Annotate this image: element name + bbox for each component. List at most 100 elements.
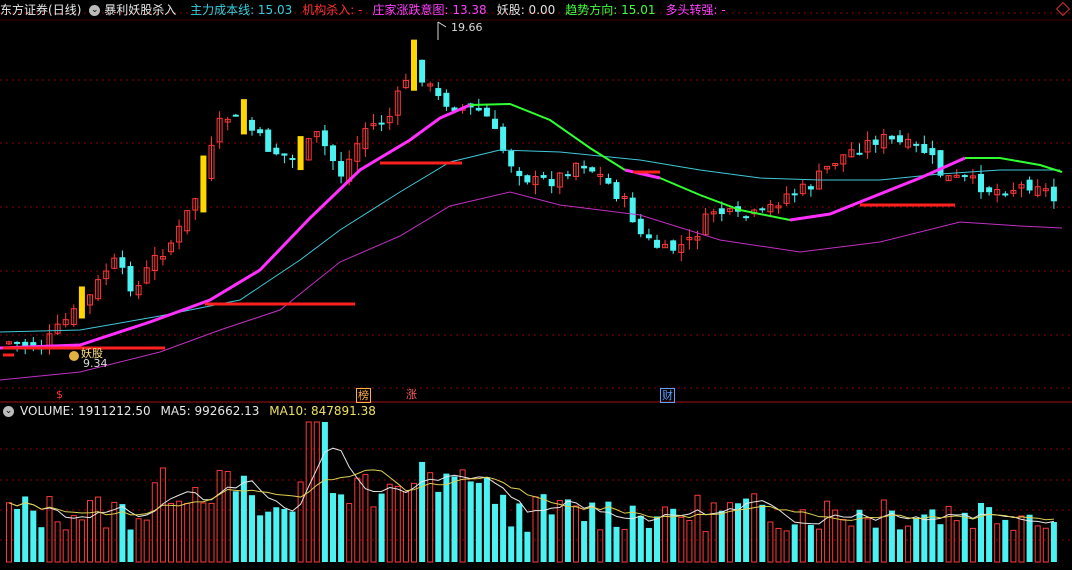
candle-down (1002, 193, 1009, 196)
candle-down (872, 139, 879, 145)
volume-bar-down (629, 505, 636, 562)
volume-bar-down (14, 508, 21, 562)
chevron-down-icon[interactable]: ⌄ (89, 5, 101, 16)
ma5-value: MA5: 992662.13 (160, 404, 260, 418)
volume-bar-up (46, 496, 53, 563)
volume-bar-down (743, 498, 750, 562)
candle-down (127, 266, 134, 292)
marker-zhang: 涨 (406, 388, 417, 401)
candle-down (249, 119, 255, 131)
candle-down (273, 147, 280, 155)
volume-bar-up (297, 481, 304, 563)
candle-down (807, 186, 814, 190)
candle-down (743, 216, 750, 219)
candle-down (897, 135, 903, 143)
volume-bar-up (354, 477, 361, 563)
candle-down (605, 178, 612, 184)
volume-bar-down (897, 529, 903, 562)
candle-yellow (411, 39, 417, 91)
yaogu-label: 妖股 (81, 347, 103, 360)
volume-bar-down (508, 526, 515, 562)
candle-down (338, 161, 345, 177)
volume-header: ⌄ VOLUME: 1911212.50 MA5: 992662.13 MA10:… (0, 402, 382, 420)
volume-bar-up (783, 530, 790, 563)
volume-bar-down (654, 516, 660, 562)
volume-bar-up (799, 509, 806, 563)
volume-bar-down (581, 521, 588, 562)
volume-bar-up (1018, 515, 1025, 563)
volume-bar-down (613, 526, 620, 562)
indicator-name[interactable]: 暴利妖股杀入 (104, 3, 176, 17)
volume-bar-up (411, 482, 417, 563)
marker-bang: 榜 (356, 388, 371, 403)
candle-down (913, 143, 920, 146)
volume-bar-down (888, 510, 895, 562)
volume-bar-down (856, 509, 863, 562)
candle-down (759, 208, 766, 211)
candle-down (508, 150, 515, 167)
volume-bar-down (637, 515, 644, 562)
volume-bar-up (775, 527, 782, 563)
candle-down (986, 187, 993, 193)
volume-bar-down (127, 529, 134, 562)
volume-bar-up (694, 494, 701, 563)
candle-down (589, 167, 596, 172)
volume-bar-up (216, 469, 223, 563)
volume-bar-up (208, 502, 215, 563)
volume-bar-up (111, 501, 118, 563)
candle-down (419, 59, 426, 83)
volume-bar-up (313, 421, 320, 563)
candle-down (978, 173, 984, 193)
candle-yellow (297, 136, 304, 171)
volume-bar-down (467, 481, 474, 562)
volume-bar-up (848, 525, 855, 563)
yaogu-coin-icon (69, 351, 79, 361)
candle-down (613, 182, 620, 200)
volume-bar-up (994, 523, 1001, 563)
candle-down (581, 165, 588, 169)
volume-bar-down (500, 494, 507, 562)
candle-down (119, 257, 126, 268)
trend-line-up (0, 103, 471, 350)
kline-chart[interactable] (0, 0, 1072, 567)
period-label[interactable]: (日线) (48, 3, 81, 17)
volume-bar-down (524, 531, 531, 562)
candle-yellow (78, 286, 85, 319)
volume-bar-up (200, 502, 207, 563)
chart-stage[interactable] (0, 0, 1072, 567)
volume-bar-down (548, 514, 555, 562)
volume-bar-down (265, 511, 272, 562)
volume-bar-down (516, 503, 523, 562)
candle-down (645, 234, 652, 239)
stock-name[interactable]: 东方证券 (0, 3, 48, 17)
candle-down (14, 341, 21, 344)
volume-bar-up (573, 505, 579, 563)
volume-bar-up (816, 528, 822, 563)
volume-bar-up (686, 519, 693, 563)
candle-down (524, 175, 531, 183)
indicator-item-5: 多头转强: - (665, 3, 726, 17)
volume-bar-down (240, 475, 247, 562)
volume-bar-down (759, 504, 766, 562)
volume-bar-up (1010, 529, 1017, 563)
volume-bar-up (840, 519, 847, 563)
volume-bar-down (249, 495, 255, 562)
candle-down (937, 150, 944, 176)
candle-down (1050, 186, 1057, 202)
volume-bar-up (184, 502, 191, 563)
chevron-down-icon[interactable]: ⌄ (3, 406, 14, 417)
volume-bar-up (621, 528, 628, 563)
volume-bar-up (362, 474, 369, 563)
candle-down (629, 197, 636, 223)
candle-down (637, 218, 644, 235)
candle-down (232, 114, 239, 117)
volume-bar-down (978, 502, 984, 562)
volume-bar-down (913, 517, 920, 562)
peak-tick (437, 21, 447, 28)
volume-bar-up (192, 486, 199, 563)
candle-down (564, 174, 571, 177)
indicator-item-2: 庄家涨跌意图: 13.38 (372, 3, 487, 17)
candle-down (435, 88, 442, 97)
volume-bar-down (289, 511, 296, 562)
volume-bar-up (953, 520, 960, 563)
